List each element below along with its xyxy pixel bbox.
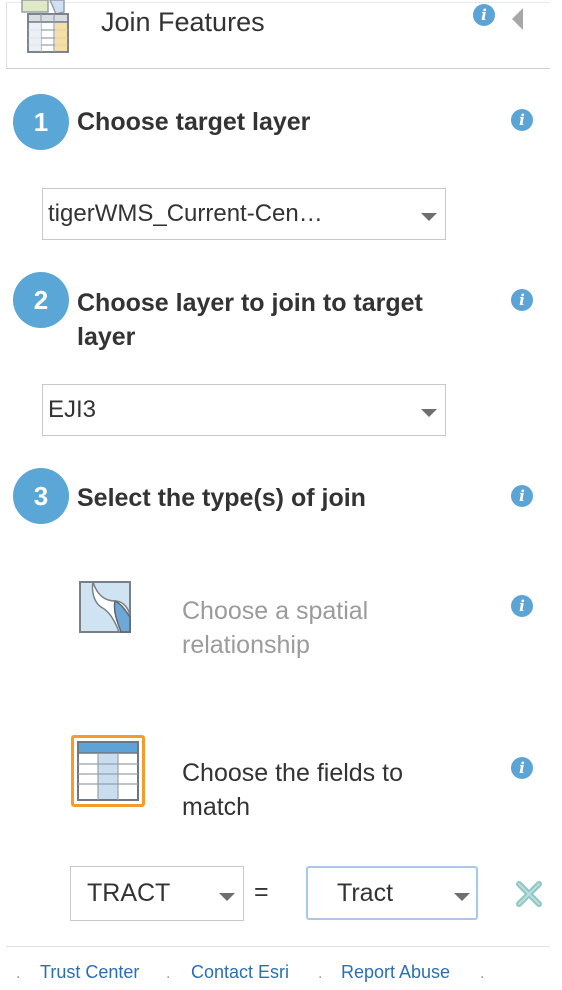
collapse-panel-icon[interactable] xyxy=(512,8,523,30)
step-1-label: Choose target layer xyxy=(77,108,311,136)
fields-to-match-label-line1[interactable]: Choose the fields to xyxy=(182,756,403,790)
footer-separator: . xyxy=(166,965,171,982)
contact-esri-link[interactable]: Contact Esri xyxy=(191,960,289,984)
spatial-relationship-label-line1[interactable]: Choose a spatial xyxy=(182,594,368,628)
footer-separator: . xyxy=(318,965,323,982)
step-3-info-icon[interactable]: i xyxy=(511,485,533,507)
attribute-table-icon[interactable] xyxy=(71,735,145,807)
trust-center-link[interactable]: Trust Center xyxy=(40,960,139,984)
tool-title: Join Features xyxy=(101,7,265,37)
fields-to-match-label-line2[interactable]: match xyxy=(182,790,250,824)
info-icon[interactable]: i xyxy=(473,4,495,26)
step-2-label-line2: layer xyxy=(77,323,136,351)
step-2-badge: 2 xyxy=(13,272,69,328)
target-field-select[interactable]: TRACT xyxy=(70,866,244,921)
spatial-info-icon[interactable]: i xyxy=(511,595,533,617)
spatial-relationship-label-line2[interactable]: relationship xyxy=(182,628,310,662)
chevron-down-icon[interactable] xyxy=(454,893,470,901)
join-layer-select[interactable]: EJI3 xyxy=(42,384,446,436)
equals-operator: = xyxy=(254,878,269,906)
chevron-down-icon[interactable] xyxy=(219,893,235,901)
panel-top-border xyxy=(6,2,550,3)
remove-icon[interactable] xyxy=(515,880,543,908)
target-layer-select[interactable]: tigerWMS_Current-Cen… xyxy=(42,188,446,240)
step-2-label-line1: Choose layer to join to target xyxy=(77,289,423,317)
panel-left-border xyxy=(6,2,7,68)
chevron-down-icon[interactable] xyxy=(421,213,437,221)
step-1-info-icon[interactable]: i xyxy=(511,109,533,131)
join-field-select[interactable]: Tract xyxy=(306,866,478,920)
target-field-value: TRACT xyxy=(87,879,171,907)
join-layer-value: EJI3 xyxy=(48,396,97,423)
join-features-tool-icon xyxy=(14,0,70,54)
chevron-down-icon[interactable] xyxy=(421,409,437,417)
step-3-label: Select the type(s) of join xyxy=(77,484,366,512)
footer-separator: . xyxy=(480,965,485,982)
join-field-value: Tract xyxy=(337,879,394,907)
header-divider xyxy=(6,68,550,69)
step-1-badge: 1 xyxy=(13,94,69,150)
report-abuse-link[interactable]: Report Abuse xyxy=(341,960,450,984)
footer-separator: . xyxy=(16,965,21,982)
spatial-relationship-icon[interactable] xyxy=(79,581,131,633)
fields-info-icon[interactable]: i xyxy=(511,757,533,779)
step-2-info-icon[interactable]: i xyxy=(511,289,533,311)
step-3-badge: 3 xyxy=(13,468,69,524)
target-layer-value: tigerWMS_Current-Cen… xyxy=(48,200,323,227)
footer-divider xyxy=(6,946,550,947)
